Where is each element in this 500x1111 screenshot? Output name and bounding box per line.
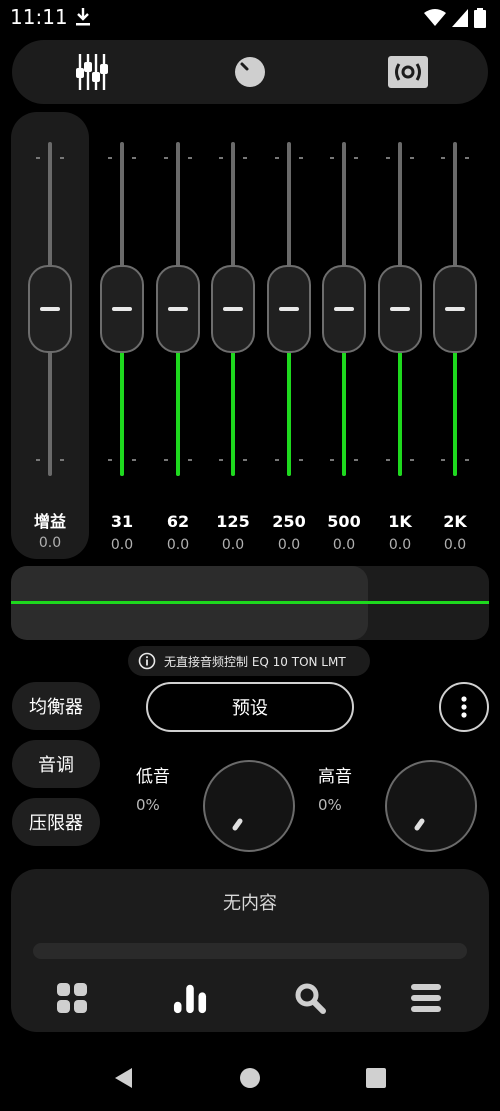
speaker-icon[interactable] <box>388 52 428 92</box>
band-value: 0.0 <box>277 537 301 553</box>
preset-button[interactable]: 预设 <box>146 682 354 732</box>
band-125-tick <box>243 157 247 159</box>
gain-value: 0.0 <box>38 535 62 551</box>
band-1K-tick <box>386 157 390 159</box>
band-1K-tick <box>410 157 414 159</box>
band-250-tick <box>299 157 303 159</box>
band-500-tick <box>330 459 334 461</box>
progress-bar[interactable] <box>33 943 467 959</box>
band-2K-tick <box>441 157 445 159</box>
back-icon[interactable] <box>112 1066 136 1090</box>
info-chip[interactable]: 无直接音频控制 EQ 10 TON LMT <box>128 646 370 676</box>
battery-icon <box>474 8 486 28</box>
grid-icon[interactable] <box>55 981 89 1015</box>
band-2K-tick <box>465 459 469 461</box>
limiter-button[interactable]: 压限器 <box>12 798 100 846</box>
band-125-thumb[interactable] <box>211 265 255 353</box>
info-icon <box>138 652 156 670</box>
band-label: 500 <box>327 512 361 531</box>
band-62-tick <box>188 157 192 159</box>
track-title: 无内容 <box>223 893 277 914</box>
band-label: 2K <box>443 512 467 531</box>
band-250-thumb[interactable] <box>267 265 311 353</box>
bass-value: 0% <box>136 796 160 814</box>
band-62-tick <box>164 157 168 159</box>
band-31-tick <box>132 157 136 159</box>
band-label: 31 <box>110 512 134 531</box>
band-31-tick <box>132 459 136 461</box>
system-nav-bar <box>0 1054 500 1102</box>
band-value: 0.0 <box>443 537 467 553</box>
band-value: 0.0 <box>221 537 245 553</box>
bass-label: 低音 <box>136 767 170 787</box>
band-62-tick <box>188 459 192 461</box>
search-icon[interactable] <box>293 981 327 1015</box>
band-500-tick <box>354 459 358 461</box>
treble-value: 0% <box>318 796 342 814</box>
level-line <box>11 601 489 604</box>
band-label: 250 <box>272 512 306 531</box>
gain-slider-tick <box>36 157 40 159</box>
band-label: 125 <box>216 512 250 531</box>
level-bar[interactable] <box>11 566 489 640</box>
menu-icon[interactable] <box>409 981 443 1015</box>
wifi-icon <box>424 9 446 26</box>
status-bar: 11:11 <box>0 0 500 34</box>
player-panel: 无内容 <box>11 869 489 1032</box>
band-value: 0.0 <box>332 537 356 553</box>
band-1K-tick <box>386 459 390 461</box>
tone-button[interactable]: 音调 <box>12 740 100 788</box>
gain-slider-tick <box>36 459 40 461</box>
recents-icon[interactable] <box>364 1066 388 1090</box>
gain-slider-tick <box>60 157 64 159</box>
more-vertical-icon <box>461 696 467 718</box>
band-125-tick <box>219 459 223 461</box>
band-31-tick <box>108 459 112 461</box>
equalizer-sliders-icon[interactable] <box>72 52 112 92</box>
equalizer-button[interactable]: 均衡器 <box>12 682 100 730</box>
band-500-tick <box>330 157 334 159</box>
band-value: 0.0 <box>110 537 134 553</box>
band-31-thumb[interactable] <box>100 265 144 353</box>
band-label: 1K <box>388 512 412 531</box>
band-250-tick <box>299 459 303 461</box>
band-label: 62 <box>166 512 190 531</box>
treble-knob[interactable] <box>385 760 477 852</box>
band-2K-tick <box>441 459 445 461</box>
status-time: 11:11 <box>10 5 68 29</box>
band-value: 0.0 <box>388 537 412 553</box>
info-text: 无直接音频控制 EQ 10 TON LMT <box>164 654 346 669</box>
more-button[interactable] <box>439 682 489 732</box>
home-icon[interactable] <box>238 1066 262 1090</box>
band-31-tick <box>108 157 112 159</box>
gain-slider-thumb[interactable] <box>28 265 72 353</box>
band-125-tick <box>243 459 247 461</box>
top-tab-bar <box>12 40 488 104</box>
band-125-tick <box>219 157 223 159</box>
band-1K-thumb[interactable] <box>378 265 422 353</box>
gain-label: 增益 <box>33 512 66 531</box>
band-2K-tick <box>465 157 469 159</box>
bass-knob[interactable] <box>203 760 295 852</box>
treble-label: 高音 <box>318 767 352 787</box>
knob-icon[interactable] <box>230 52 270 92</box>
signal-icon <box>452 9 468 27</box>
band-250-tick <box>275 459 279 461</box>
band-1K-tick <box>410 459 414 461</box>
bars-icon[interactable] <box>173 981 207 1015</box>
band-500-tick <box>354 157 358 159</box>
band-62-thumb[interactable] <box>156 265 200 353</box>
gain-slider-tick <box>60 459 64 461</box>
band-value: 0.0 <box>166 537 190 553</box>
band-2K-thumb[interactable] <box>433 265 477 353</box>
band-250-tick <box>275 157 279 159</box>
download-icon <box>76 8 90 26</box>
band-62-tick <box>164 459 168 461</box>
band-500-thumb[interactable] <box>322 265 366 353</box>
